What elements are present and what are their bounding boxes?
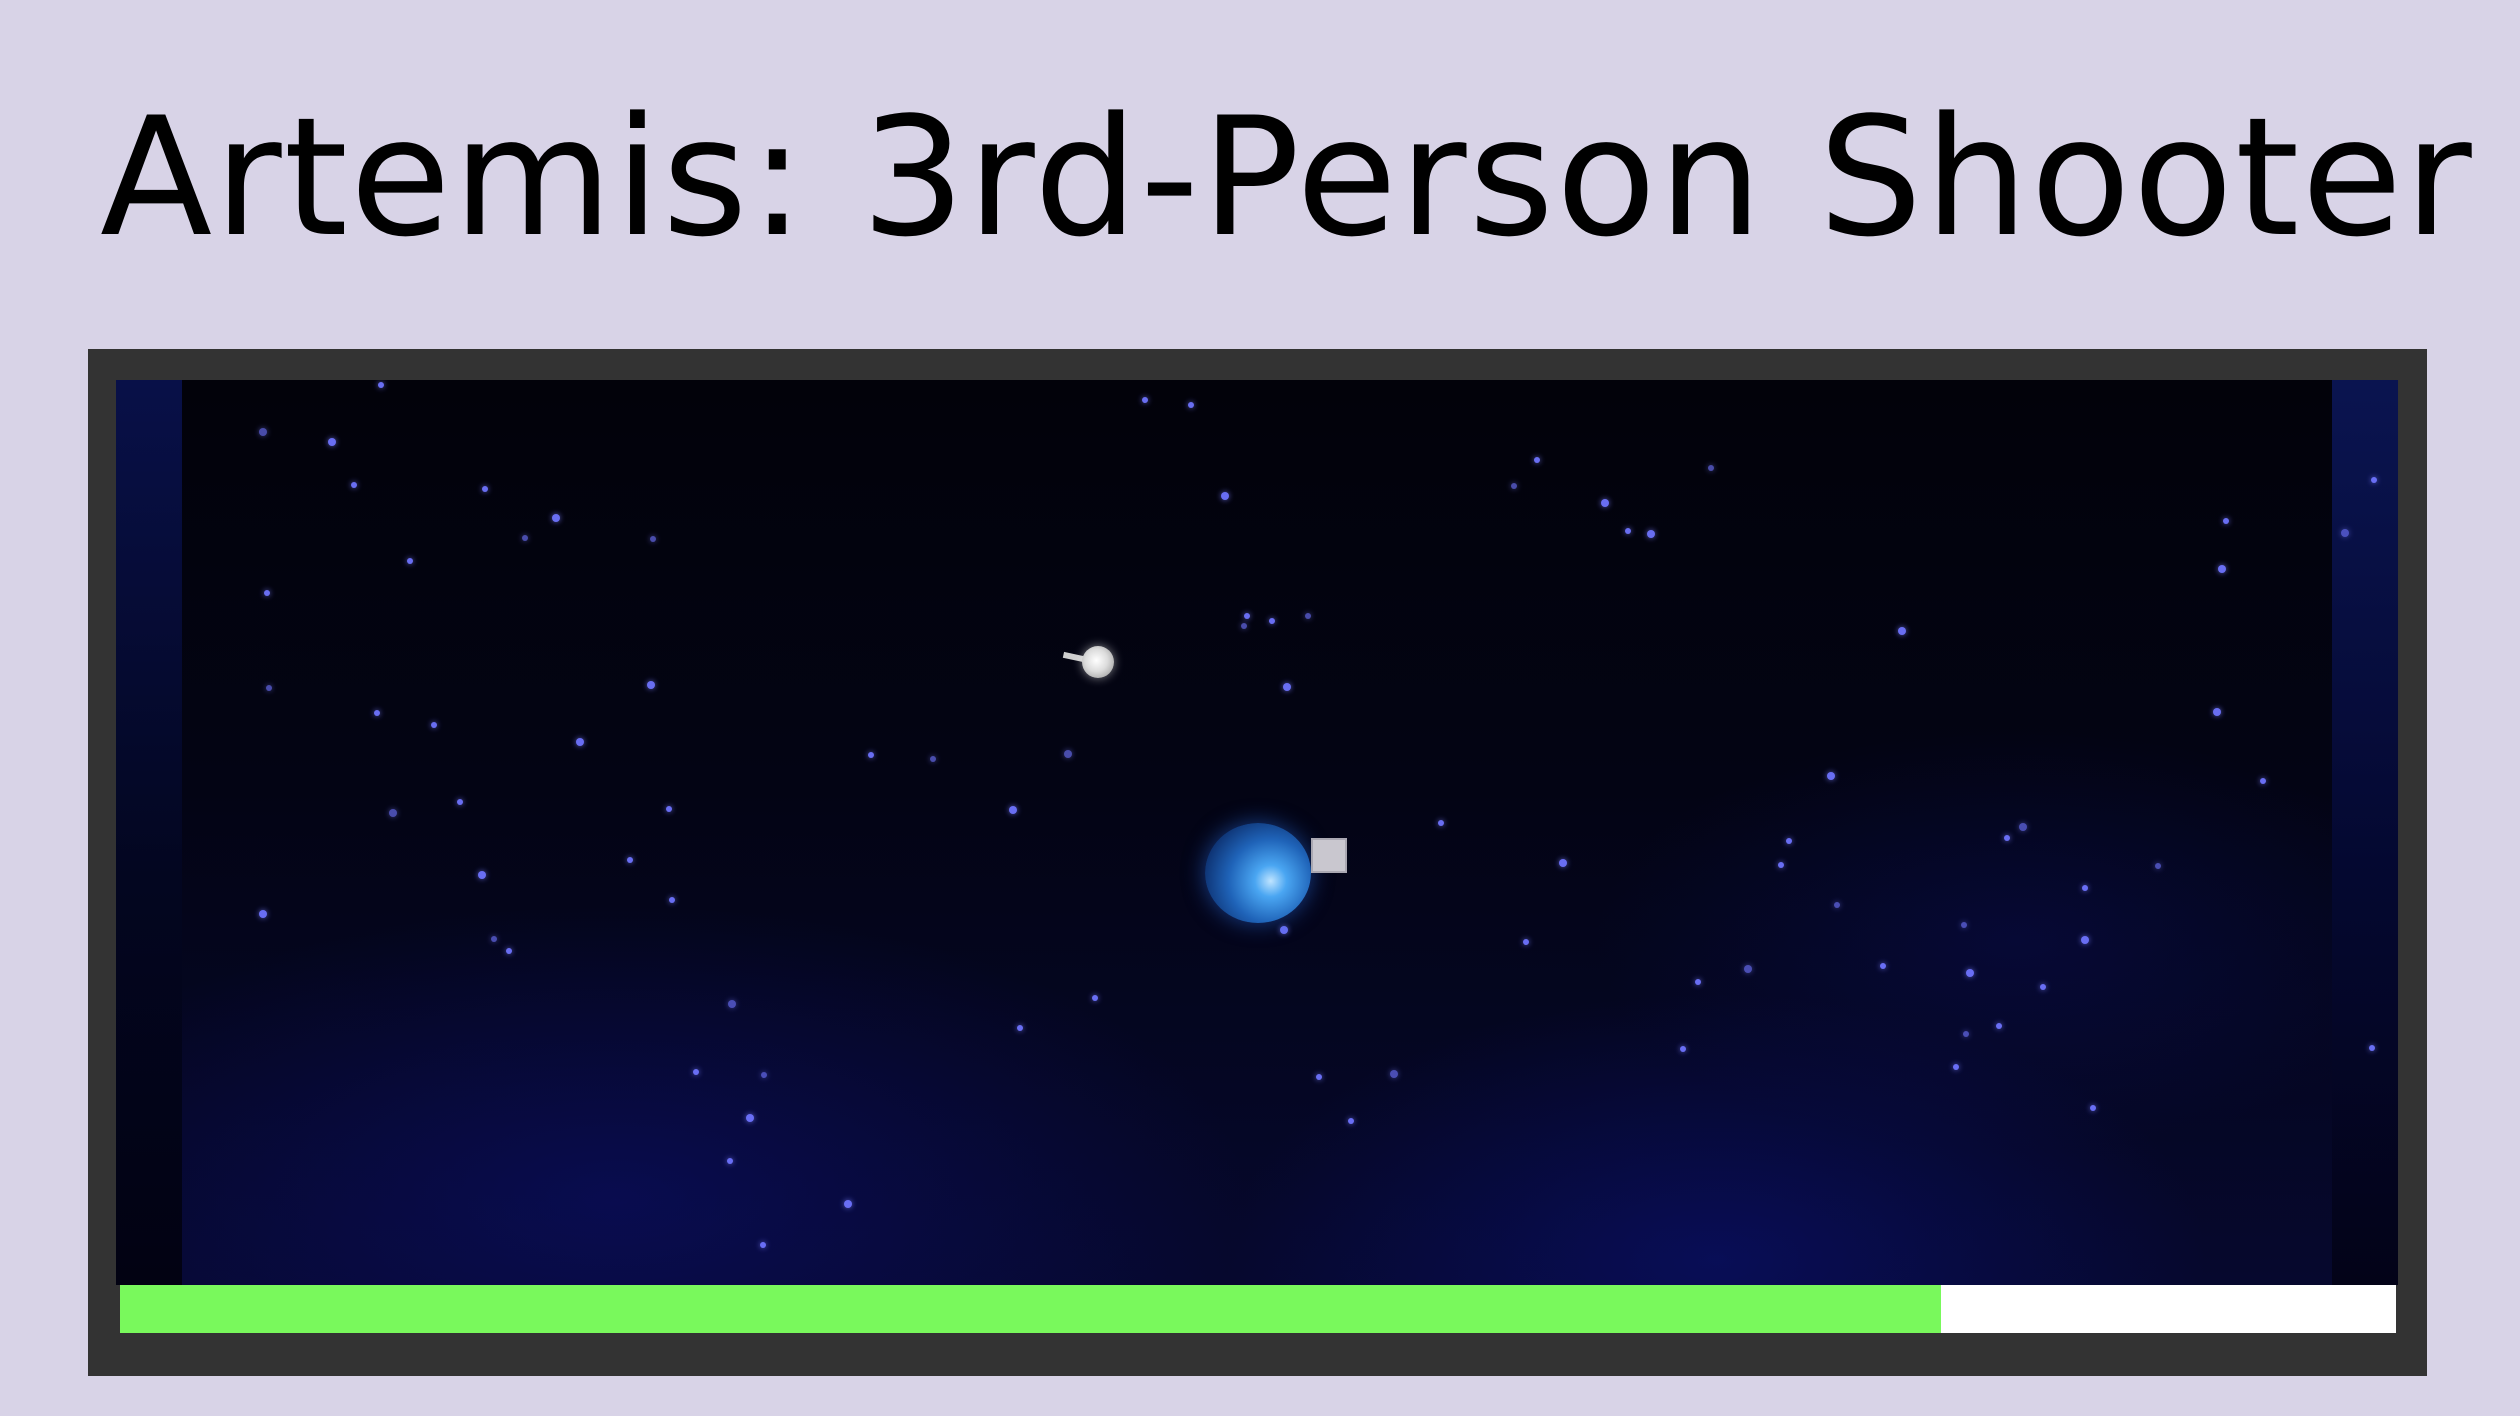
star-icon [650, 536, 656, 542]
star-icon [576, 738, 584, 746]
star-icon [1834, 902, 1840, 908]
player-gun-icon [1311, 838, 1347, 873]
star-icon [1625, 528, 1631, 534]
star-icon [1534, 457, 1540, 463]
star-icon [647, 681, 655, 689]
star-icon [1348, 1118, 1354, 1124]
star-icon [2019, 823, 2027, 831]
star-icon [1188, 402, 1194, 408]
star-icon [1827, 772, 1835, 780]
health-bar [120, 1285, 2396, 1333]
star-icon [1966, 969, 1974, 977]
star-icon [1064, 750, 1072, 758]
star-icon [728, 1000, 736, 1008]
star-icon [1786, 838, 1792, 844]
star-icon [1880, 963, 1886, 969]
star-icon [930, 756, 936, 762]
star-icon [627, 857, 633, 863]
star-icon [1953, 1064, 1959, 1070]
star-icon [1680, 1046, 1686, 1052]
star-icon [351, 482, 357, 488]
star-icon [374, 710, 380, 716]
star-icon [264, 590, 270, 596]
star-icon [431, 722, 437, 728]
player-ship-icon [1205, 823, 1311, 923]
star-icon [2341, 529, 2349, 537]
star-icon [1316, 1074, 1322, 1080]
star-icon [1708, 465, 1714, 471]
star-icon [1961, 922, 1967, 928]
star-icon [1695, 979, 1701, 985]
star-icon [1009, 806, 1017, 814]
star-icon [693, 1069, 699, 1075]
star-icon [259, 910, 267, 918]
star-icon [378, 382, 384, 388]
star-icon [1647, 530, 1655, 538]
star-icon [2004, 835, 2010, 841]
star-icon [506, 948, 512, 954]
star-icon [666, 806, 672, 812]
health-bar-fill [120, 1285, 1941, 1333]
star-icon [669, 897, 675, 903]
star-icon [760, 1242, 766, 1248]
star-icon [522, 535, 528, 541]
star-icon [1963, 1031, 1969, 1037]
star-icon [1092, 995, 1098, 1001]
star-icon [2155, 863, 2161, 869]
star-icon [1390, 1070, 1398, 1078]
star-icon [2081, 936, 2089, 944]
star-icon [1523, 939, 1529, 945]
star-icon [389, 809, 397, 817]
star-icon [1305, 613, 1311, 619]
star-icon [1996, 1023, 2002, 1029]
star-icon [1778, 862, 1784, 868]
star-icon [1017, 1025, 1023, 1031]
star-icon [1269, 618, 1275, 624]
star-icon [844, 1200, 852, 1208]
star-icon [1744, 965, 1752, 973]
star-icon [1221, 492, 1229, 500]
star-icon [1241, 623, 1247, 629]
star-icon [491, 936, 497, 942]
star-icon [1601, 499, 1609, 507]
game-viewport[interactable] [116, 380, 2398, 1285]
game-frame [88, 349, 2427, 1376]
star-icon [1280, 926, 1288, 934]
star-icon [1511, 483, 1517, 489]
star-icon [2260, 778, 2266, 784]
star-icon [482, 486, 488, 492]
star-icon [2223, 518, 2229, 524]
star-icon [1244, 613, 1250, 619]
star-icon [407, 558, 413, 564]
star-icon [1559, 859, 1567, 867]
star-icon [868, 752, 874, 758]
star-icon [727, 1158, 733, 1164]
star-icon [266, 685, 272, 691]
star-icon [259, 428, 267, 436]
star-icon [1142, 397, 1148, 403]
star-icon [457, 799, 463, 805]
star-icon [1283, 683, 1291, 691]
enemy-ship-icon [1082, 646, 1114, 678]
star-icon [2213, 708, 2221, 716]
star-icon [2218, 565, 2226, 573]
star-icon [478, 871, 486, 879]
star-icon [2090, 1105, 2096, 1111]
star-icon [761, 1072, 767, 1078]
star-icon [2371, 477, 2377, 483]
star-icon [1438, 820, 1444, 826]
star-icon [746, 1114, 754, 1122]
page-title: Artemis: 3rd-Person Shooter [100, 82, 2474, 273]
star-icon [328, 438, 336, 446]
star-icon [2040, 984, 2046, 990]
star-icon [1898, 627, 1906, 635]
star-icon [552, 514, 560, 522]
star-icon [2082, 885, 2088, 891]
star-icon [2369, 1045, 2375, 1051]
